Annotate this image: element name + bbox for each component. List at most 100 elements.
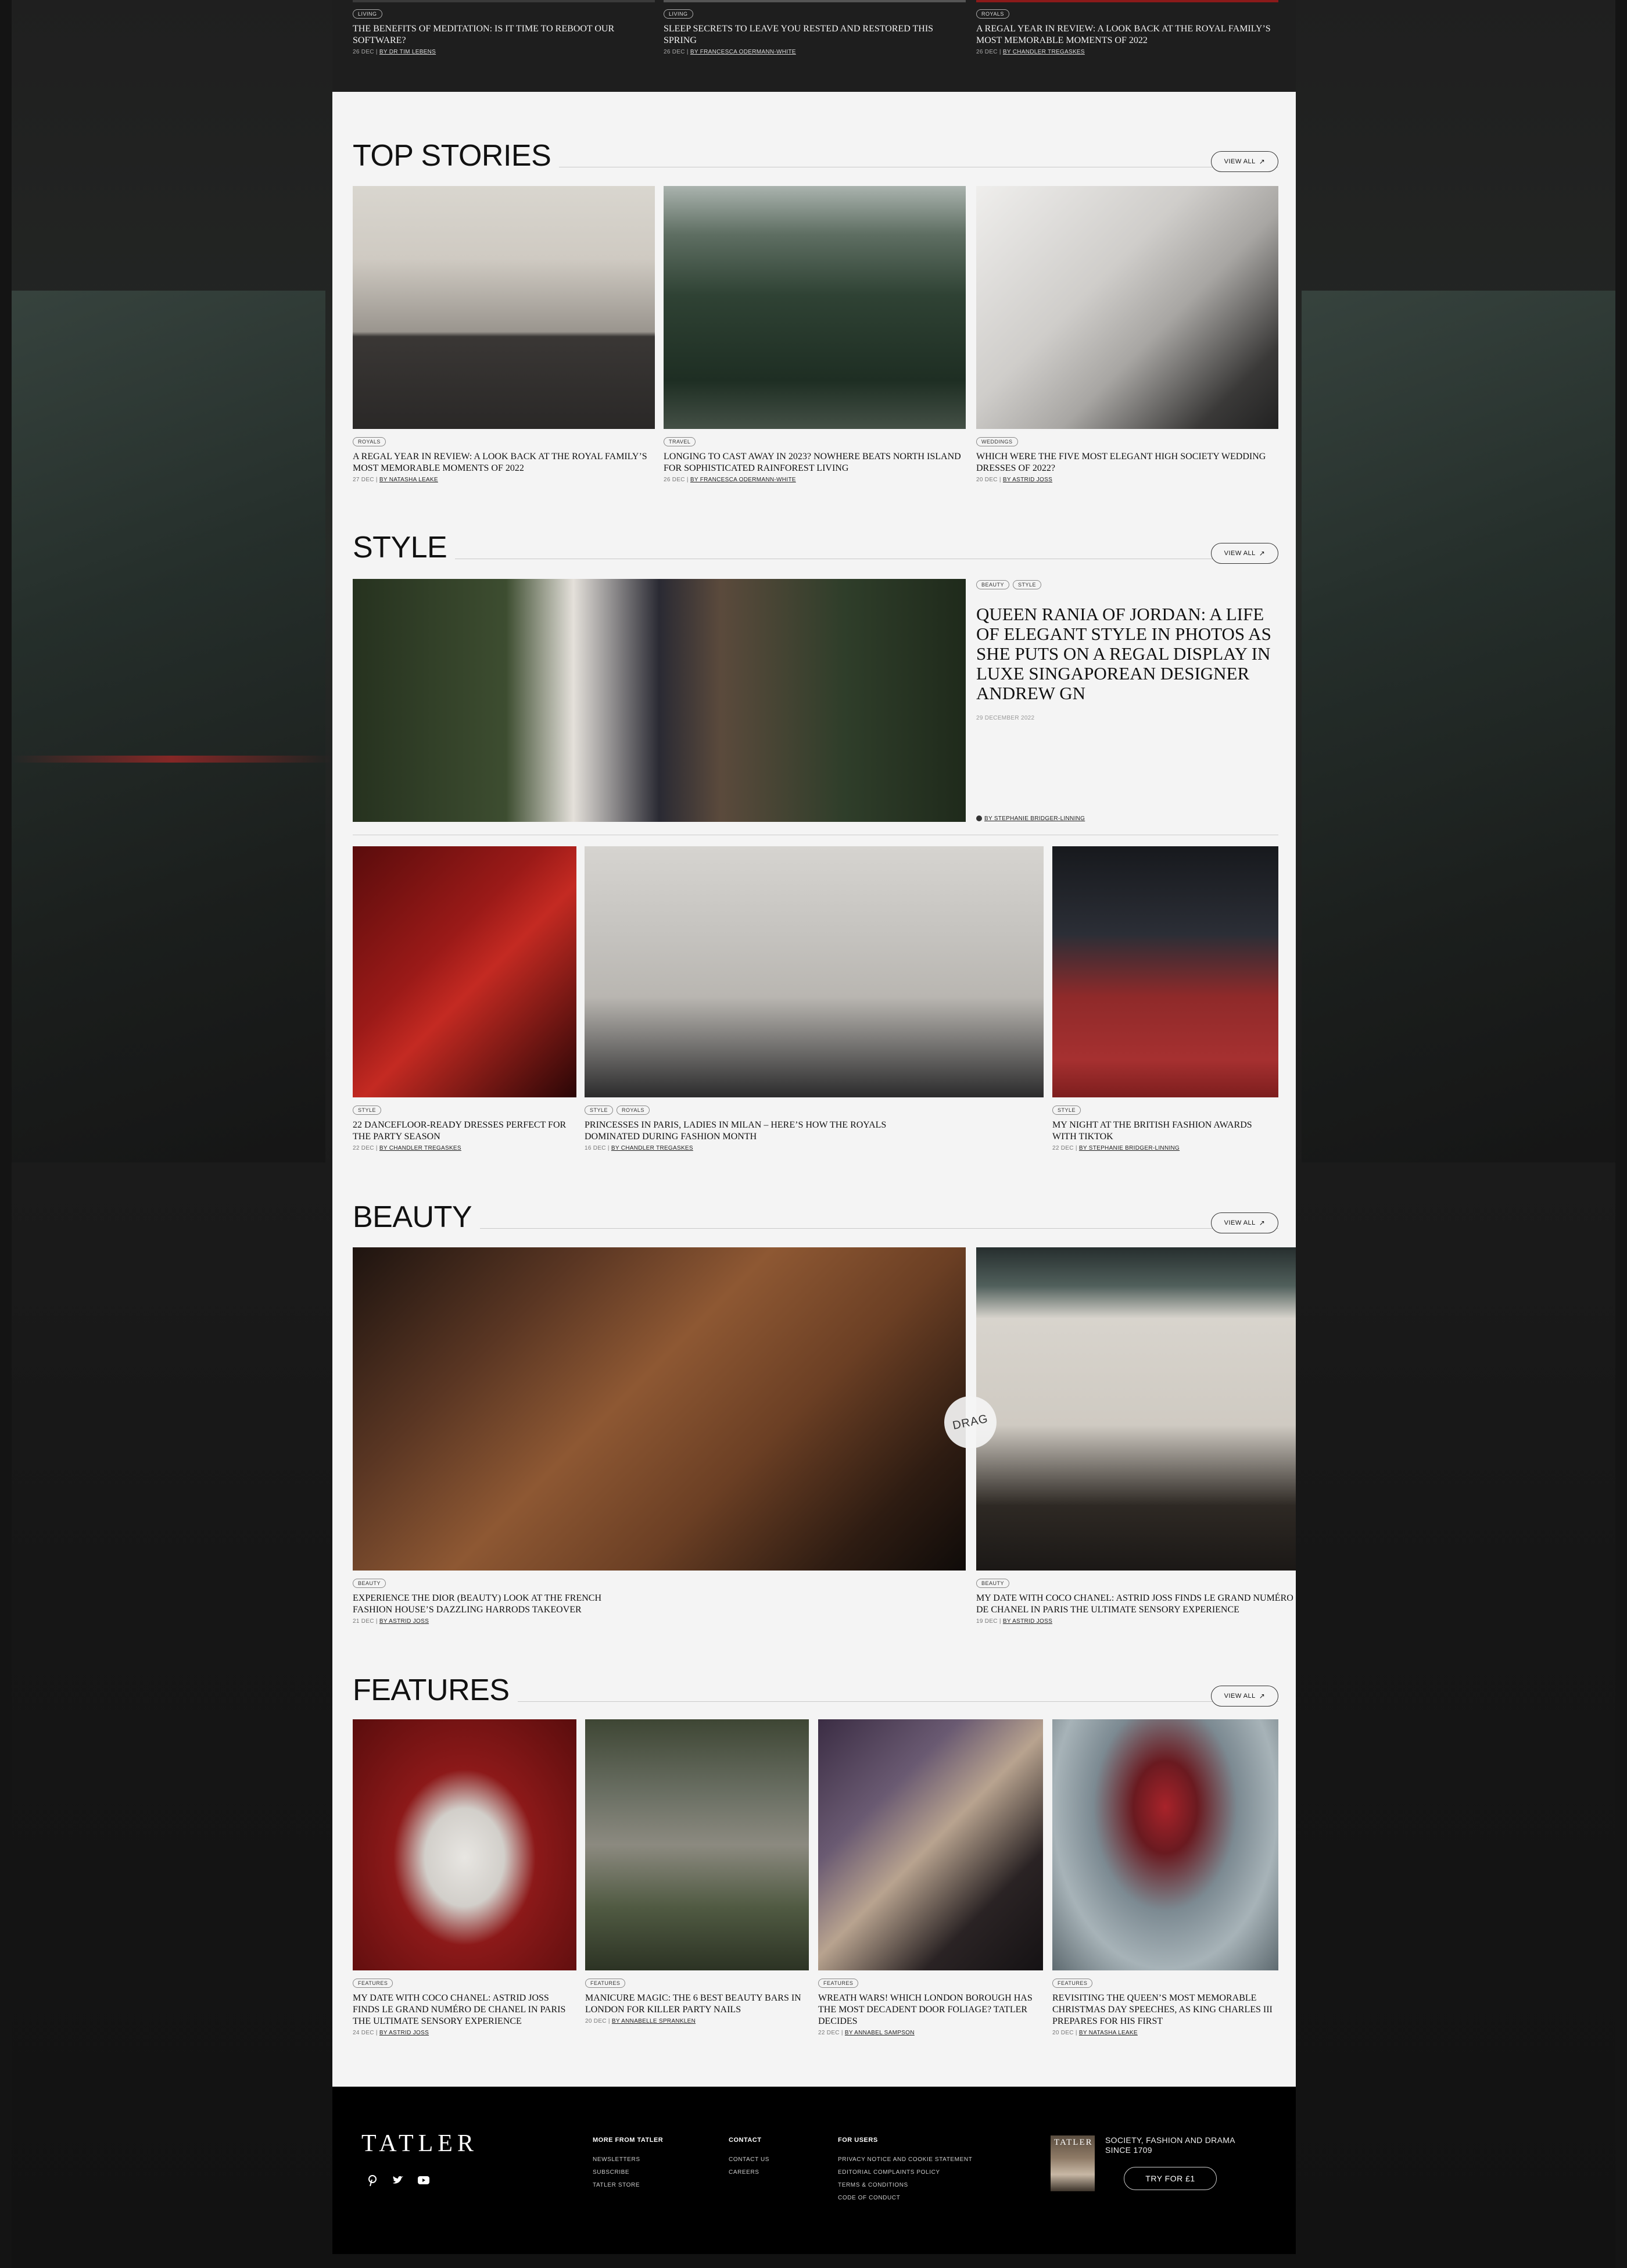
magazine-cover[interactable]: TATLER: [1051, 2135, 1095, 2191]
view-all-button[interactable]: View all ↗: [1211, 1686, 1278, 1707]
article-tag[interactable]: Style: [353, 1106, 382, 1115]
article-tag[interactable]: Features: [1052, 1979, 1093, 1988]
article-card[interactable]: Beauty My date with Coco Chanel: Astrid …: [976, 1247, 1296, 1625]
article-title[interactable]: My night at the British Fashion Awards w…: [1052, 1119, 1278, 1143]
article-author[interactable]: By Annabel Sampson: [845, 2030, 915, 2036]
footer-link-complaints[interactable]: Editorial complaints policy: [838, 2169, 972, 2176]
article-date: 26 DEC: [976, 49, 998, 55]
featured-article-image[interactable]: [353, 579, 966, 822]
article-card[interactable]: Beauty Experience the Dior (Beauty) look…: [353, 1247, 966, 1625]
footer-link-contact[interactable]: Contact us: [729, 2156, 769, 2163]
article-card[interactable]: Royals A regal year in review: a look ba…: [976, 8, 1278, 55]
article-tag[interactable]: Beauty: [976, 1579, 1010, 1588]
pinterest-icon[interactable]: [366, 2174, 379, 2187]
article-tag[interactable]: Features: [818, 1979, 859, 1988]
article-author[interactable]: By Francesca Odermann-White: [690, 477, 796, 483]
article-tag[interactable]: Living: [664, 9, 693, 19]
article-author[interactable]: By Natasha Leake: [379, 477, 438, 483]
article-title[interactable]: Revisiting the Queen’s most memorable Ch…: [1052, 1992, 1278, 2027]
article-title[interactable]: Manicure magic: the 6 best beauty bars i…: [585, 1992, 809, 2016]
article-author[interactable]: By Annabelle Spranklen: [612, 2018, 696, 2024]
article-tag[interactable]: Royals: [617, 1106, 650, 1115]
view-all-button[interactable]: View all ↗: [1211, 151, 1278, 172]
article-tag[interactable]: Royals: [976, 9, 1009, 19]
article-card[interactable]: Weddings Which were the five most elegan…: [976, 186, 1278, 483]
article-tag[interactable]: Beauty: [976, 580, 1010, 589]
article-author[interactable]: By Dr Tim Lebens: [379, 49, 436, 55]
article-image[interactable]: [818, 1719, 1043, 1970]
article-author[interactable]: By Astrid Joss: [379, 1618, 429, 1625]
footer-link-privacy[interactable]: Privacy notice and cookie statement: [838, 2156, 972, 2163]
article-card[interactable]: Features Wreath wars! Which London borou…: [818, 1719, 1043, 2036]
article-author[interactable]: By Astrid Joss: [1003, 1618, 1052, 1625]
article-title[interactable]: Sleep secrets to leave you rested and re…: [664, 23, 966, 46]
article-card[interactable]: Style Royals Princesses in Paris, ladies …: [585, 846, 1044, 1151]
article-tag[interactable]: Travel: [664, 437, 696, 446]
twitter-icon[interactable]: [392, 2174, 404, 2187]
article-image[interactable]: [353, 1247, 966, 1571]
article-image[interactable]: [353, 186, 655, 429]
article-image[interactable]: [976, 186, 1278, 429]
article-image[interactable]: [1052, 846, 1278, 1097]
article-card[interactable]: Features Manicure magic: the 6 best beau…: [585, 1719, 809, 2024]
article-tag[interactable]: Royals: [353, 437, 386, 446]
article-image[interactable]: [353, 579, 966, 822]
footer-link-terms[interactable]: Terms & conditions: [838, 2182, 972, 2188]
article-card[interactable]: Style My night at the British Fashion Aw…: [1052, 846, 1278, 1151]
footer-link-newsletters[interactable]: Newsletters: [593, 2156, 663, 2163]
article-image[interactable]: [585, 1719, 809, 1970]
footer-link-careers[interactable]: Careers: [729, 2169, 769, 2176]
footer-link-conduct[interactable]: Code of conduct: [838, 2195, 972, 2201]
article-title[interactable]: Wreath wars! Which London borough has th…: [818, 1992, 1043, 2027]
article-author[interactable]: By Chandler Tregaskes: [379, 1145, 461, 1151]
article-image[interactable]: [585, 846, 1044, 1097]
article-author[interactable]: By Chandler Tregaskes: [1003, 49, 1085, 55]
article-image[interactable]: [353, 1719, 576, 1970]
article-tag[interactable]: Features: [585, 1979, 626, 1988]
article-card[interactable]: Travel Longing to cast away in 2023? Now…: [664, 186, 966, 483]
article-title[interactable]: Princesses in Paris, ladies in Milan – h…: [585, 1119, 898, 1143]
article-author[interactable]: By Chandler Tregaskes: [611, 1145, 693, 1151]
article-tag[interactable]: Beauty: [353, 1579, 386, 1588]
article-image[interactable]: [664, 186, 966, 429]
article-tag[interactable]: Style: [585, 1106, 614, 1115]
article-image[interactable]: [976, 1247, 1296, 1571]
try-button[interactable]: Try for £1: [1124, 2167, 1217, 2190]
featured-article[interactable]: Beauty Style Queen Rania of Jordan: a lif…: [976, 579, 1278, 822]
article-card[interactable]: Features My date with Coco Chanel: Astri…: [353, 1719, 576, 2036]
article-tag[interactable]: Style: [1013, 580, 1042, 589]
view-all-button[interactable]: View all ↗: [1211, 1212, 1278, 1233]
article-tag[interactable]: Features: [353, 1979, 393, 1988]
article-card[interactable]: Features Revisiting the Queen’s most mem…: [1052, 1719, 1278, 2036]
article-image[interactable]: [1052, 1719, 1278, 1970]
youtube-icon[interactable]: [417, 2174, 430, 2187]
article-card[interactable]: Living The benefits of meditation: is it…: [353, 8, 655, 55]
article-title[interactable]: A regal year in review: a look back at t…: [976, 23, 1278, 46]
article-tag[interactable]: Style: [1052, 1106, 1081, 1115]
footer-link-subscribe[interactable]: Subscribe: [593, 2169, 663, 2176]
article-title[interactable]: 22 dancefloor-ready dresses perfect for …: [353, 1119, 576, 1143]
footer-logo[interactable]: TATLER: [361, 2130, 478, 2158]
article-card[interactable]: Living Sleep secrets to leave you rested…: [664, 8, 966, 55]
article-title[interactable]: Experience the Dior (Beauty) look at the…: [353, 1593, 643, 1616]
article-card[interactable]: Royals A regal year in review: a look ba…: [353, 186, 655, 483]
article-title[interactable]: Which were the five most elegant high so…: [976, 451, 1278, 474]
article-author[interactable]: By Astrid Joss: [1003, 477, 1052, 483]
article-author[interactable]: By Stephanie Bridger-Linning: [984, 815, 1085, 822]
article-tag[interactable]: Living: [353, 9, 382, 19]
article-author[interactable]: By Francesca Odermann-White: [690, 49, 796, 55]
article-image[interactable]: [353, 846, 576, 1097]
article-title[interactable]: My date with Coco Chanel: Astrid Joss fi…: [976, 1593, 1296, 1616]
article-author[interactable]: By Stephanie Bridger-Linning: [1079, 1145, 1180, 1151]
article-title[interactable]: My date with Coco Chanel: Astrid Joss fi…: [353, 1992, 576, 2027]
view-all-button[interactable]: View all ↗: [1211, 543, 1278, 564]
article-tag[interactable]: Weddings: [976, 437, 1018, 446]
article-card[interactable]: Style 22 dancefloor-ready dresses perfec…: [353, 846, 576, 1151]
article-title[interactable]: A regal year in review: a look back at t…: [353, 451, 655, 474]
footer-link-store[interactable]: Tatler Store: [593, 2182, 663, 2188]
featured-article-title[interactable]: Queen Rania of Jordan: a life of elegant…: [976, 604, 1278, 703]
article-title[interactable]: The benefits of meditation: is it time t…: [353, 23, 655, 46]
article-title[interactable]: Longing to cast away in 2023? Nowhere be…: [664, 451, 966, 474]
article-author[interactable]: By Astrid Joss: [379, 2030, 429, 2036]
article-author[interactable]: By Natasha Leake: [1079, 2030, 1138, 2036]
